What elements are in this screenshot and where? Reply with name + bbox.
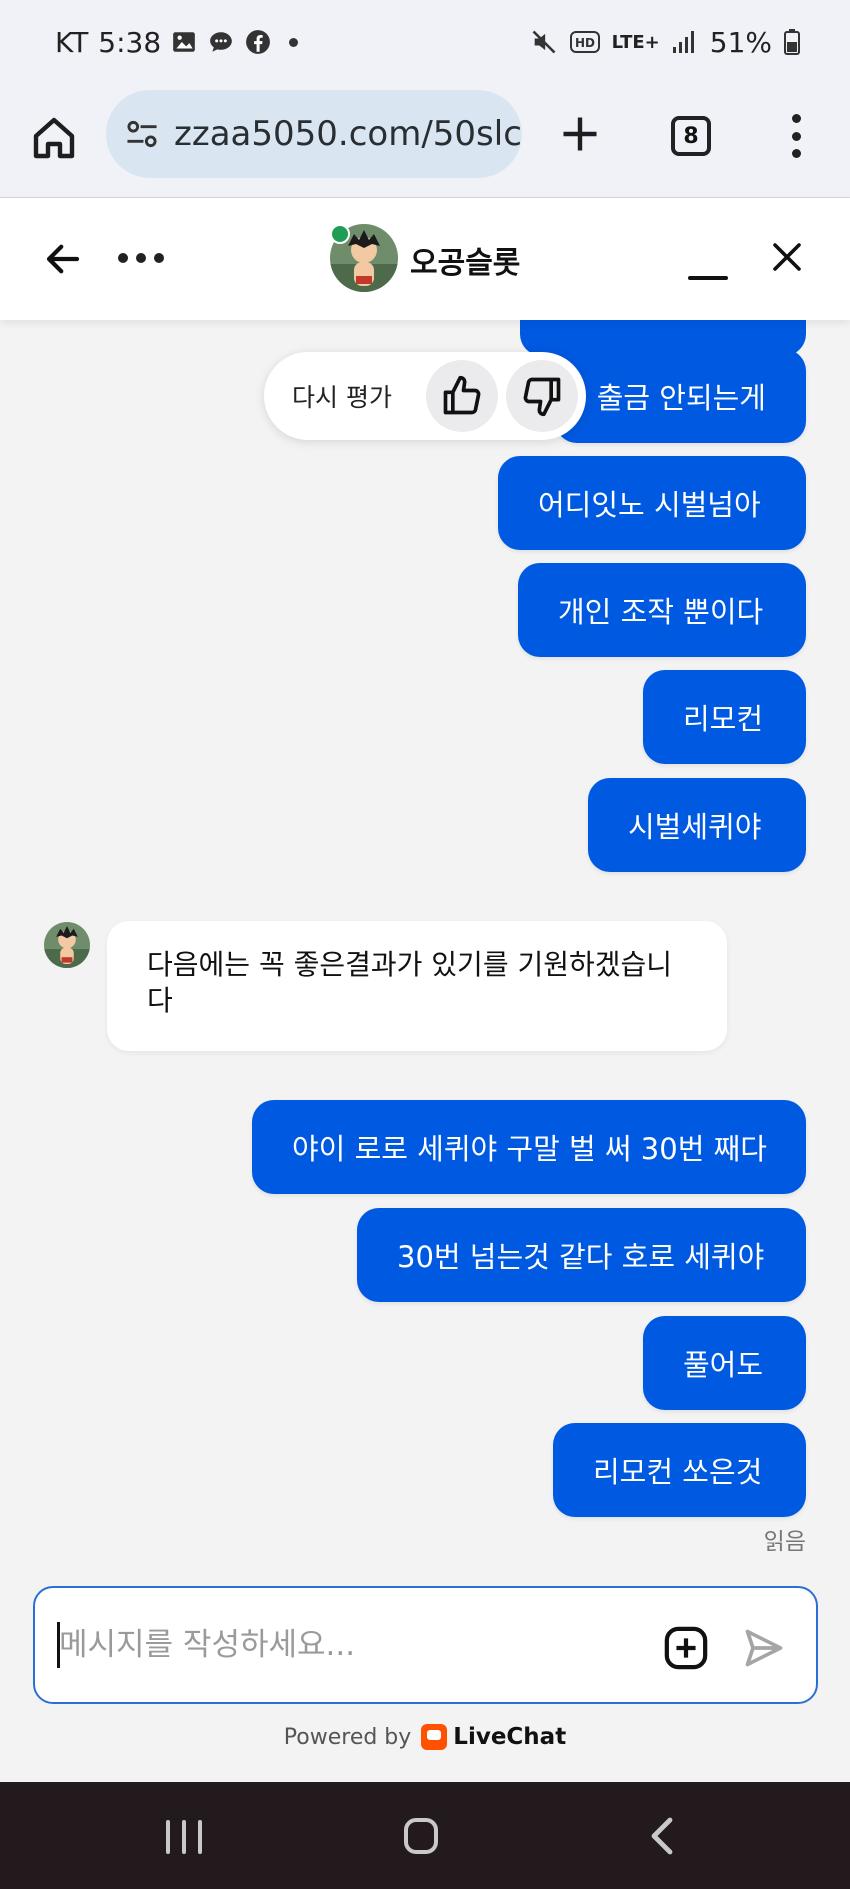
chat-menu-button[interactable] <box>118 253 164 263</box>
message-composer <box>33 1586 818 1704</box>
minimize-button[interactable] <box>686 250 730 280</box>
send-button[interactable] <box>739 1624 789 1672</box>
status-right: HD LTE+ 51% <box>530 26 800 59</box>
close-button[interactable] <box>764 234 810 280</box>
thumbs-up-button[interactable] <box>426 360 498 432</box>
message-bubble: 시벌세퀴야 <box>588 778 806 872</box>
livechat-logo-icon <box>421 1724 448 1750</box>
livechat-brand-name: LiveChat <box>453 1724 567 1750</box>
attach-button[interactable] <box>662 1624 710 1672</box>
message-text: 풀어도 <box>683 1348 764 1382</box>
url-text: zzaa5050.com/50slc <box>174 114 522 154</box>
status-left: KT 5:38 <box>55 25 299 59</box>
powered-by: Powered by LiveChat <box>0 1724 850 1750</box>
site-settings-icon[interactable] <box>124 118 160 150</box>
system-nav-bar <box>0 1782 850 1889</box>
address-bar[interactable]: zzaa5050.com/50slc <box>106 90 522 178</box>
read-status: 읽음 <box>763 1529 806 1555</box>
rating-popup: 다시 평가 <box>264 352 586 440</box>
livechat-brand[interactable]: LiveChat <box>421 1724 566 1750</box>
agent-message-bubble: 다음에는 꼭 좋은결과가 있기를 기원하겠습니다 <box>107 921 727 1051</box>
battery-icon <box>784 29 800 55</box>
message-bubble: 개인 조작 뿐이다 <box>518 563 806 657</box>
mute-icon <box>530 28 558 56</box>
recents-button[interactable] <box>166 1820 202 1854</box>
image-notification-icon <box>171 29 197 55</box>
online-indicator <box>330 224 350 244</box>
add-attachment-icon <box>664 1626 708 1670</box>
rating-label: 다시 평가 <box>292 383 392 412</box>
thumbs-down-icon <box>523 377 561 417</box>
facebook-icon <box>245 29 271 55</box>
message-bubble: 30번 넘는것 같다 호로 세퀴야 <box>357 1208 806 1302</box>
message-notification-icon <box>207 29 235 55</box>
agent-avatar <box>44 922 90 968</box>
home-icon <box>33 117 75 159</box>
tab-count: 8 <box>683 123 699 149</box>
thumbs-down-button[interactable] <box>506 360 578 432</box>
message-text: 야이 로로 세퀴야 구말 벌 써 30번 째다 <box>292 1132 767 1166</box>
thumbs-up-icon <box>443 375 481 415</box>
message-text: 개인 조작 뿐이다 <box>558 595 764 629</box>
message-text: 시벌세퀴야 <box>628 810 762 844</box>
message-text: 출금 안되는게 <box>596 381 766 415</box>
message-text: 리모컨 쏘은것 <box>593 1455 763 1489</box>
chevron-left-icon <box>651 1817 673 1855</box>
status-bar: KT 5:38 HD LTE+ 51% <box>0 0 850 84</box>
more-notifications-dot <box>289 37 299 47</box>
network-type: LTE+ <box>611 31 660 53</box>
home-nav-button[interactable] <box>404 1818 438 1854</box>
chat-title: 오공슬롯 <box>410 246 521 281</box>
plus-icon <box>563 117 597 151</box>
tab-switcher-button[interactable]: 8 <box>671 116 711 156</box>
carrier-label: KT <box>55 25 89 59</box>
message-bubble: 리모컨 <box>643 670 806 764</box>
message-input[interactable] <box>59 1616 619 1674</box>
message-bubble: 출금 안되는게 <box>555 349 806 443</box>
svg-text:HD: HD <box>575 36 595 50</box>
send-icon <box>745 1629 783 1667</box>
message-text: 리모컨 <box>683 702 764 736</box>
battery-percent: 51% <box>709 25 772 59</box>
powered-by-label: Powered by <box>283 1724 412 1750</box>
browser-menu-button[interactable] <box>778 110 814 162</box>
hd-voice-icon: HD <box>569 31 600 53</box>
message-list[interactable]: 출금 안되는게 다시 평가 어디잇노 시벌넘아 개인 조작 뿐이다 리모컨 시벌… <box>0 320 850 1586</box>
message-bubble: 야이 로로 세퀴야 구말 벌 써 30번 째다 <box>252 1100 806 1194</box>
message-bubble: 풀어도 <box>643 1316 806 1410</box>
close-icon <box>773 243 801 271</box>
arrow-left-icon <box>46 244 80 274</box>
new-tab-button[interactable] <box>556 110 604 158</box>
message-text: 다음에는 꼭 좋은결과가 있기를 기원하겠습니다 <box>147 948 673 1017</box>
message-bubble: 리모컨 쏘은것 <box>553 1423 806 1517</box>
back-button[interactable] <box>40 236 86 282</box>
signal-icon <box>672 30 698 54</box>
clock: 5:38 <box>98 25 162 59</box>
home-button[interactable] <box>28 112 80 164</box>
message-text: 30번 넘는것 같다 호로 세퀴야 <box>397 1240 765 1274</box>
browser-toolbar: zzaa5050.com/50slc 8 <box>0 84 850 198</box>
back-nav-button[interactable] <box>648 1816 678 1856</box>
message-bubble: 어디잇노 시벌넘아 <box>498 456 806 550</box>
message-text: 어디잇노 시벌넘아 <box>538 488 761 522</box>
chat-header: 오공슬롯 <box>0 198 850 320</box>
